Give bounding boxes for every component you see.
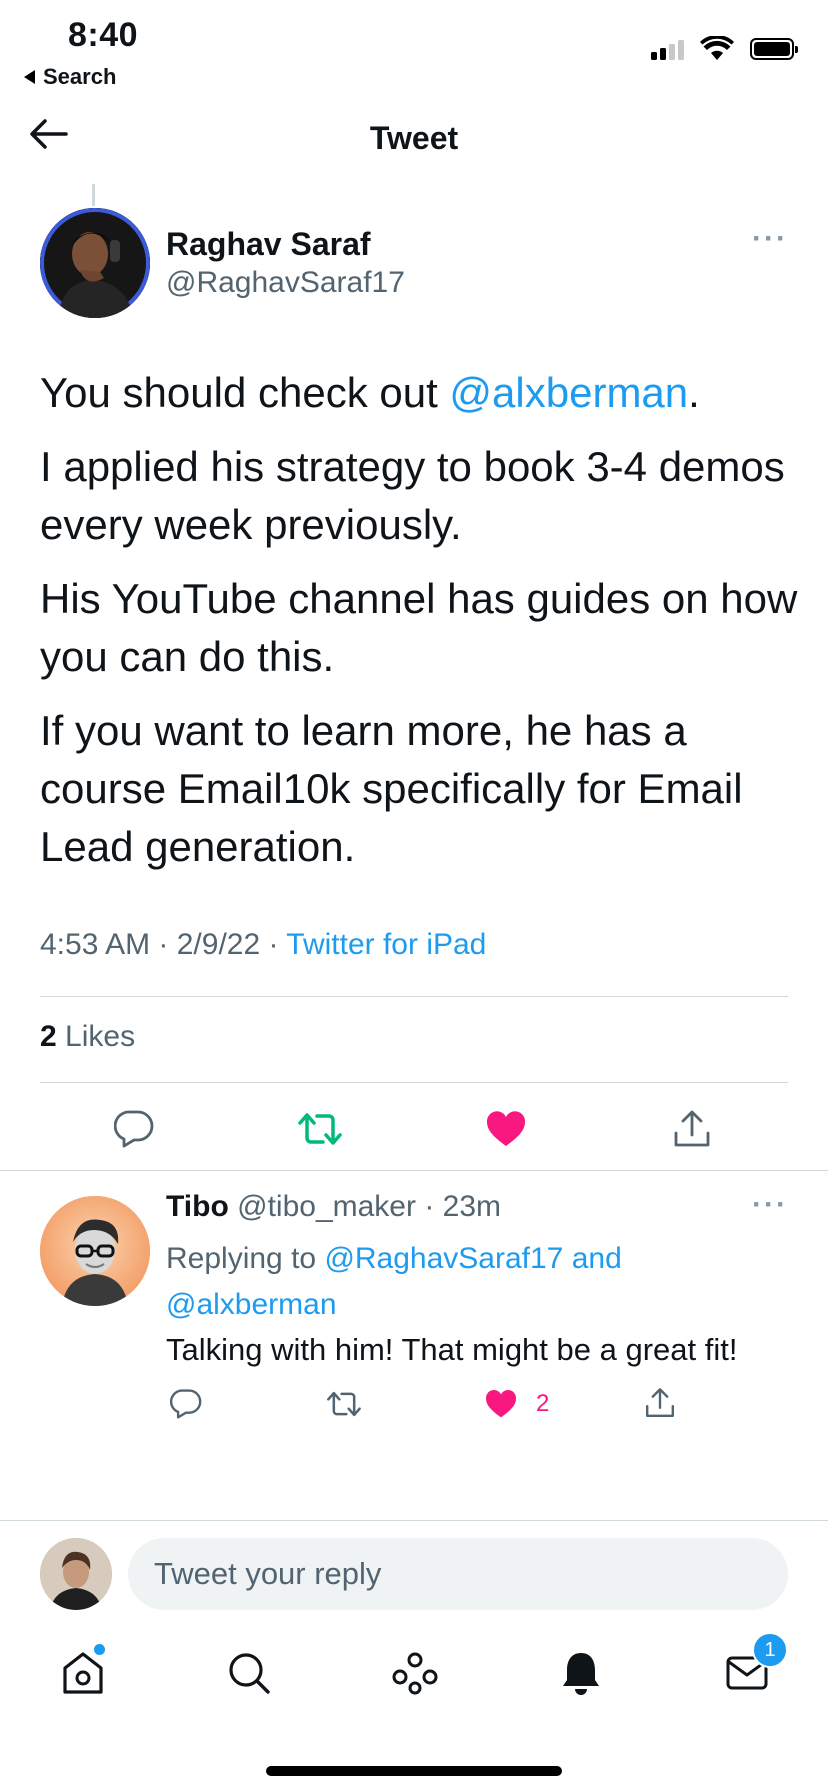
back-to-search[interactable]: Search xyxy=(24,64,116,90)
home-unread-dot xyxy=(94,1644,105,1655)
divider xyxy=(0,1520,828,1521)
reply-author-name[interactable]: Tibo xyxy=(166,1190,229,1223)
like-button[interactable] xyxy=(476,1104,536,1154)
replying-to: Replying to @RaghavSaraf17 and @alxberma… xyxy=(166,1236,726,1328)
back-to-search-label: Search xyxy=(43,64,117,89)
tweet-text: You should check out @alxberman. I appli… xyxy=(40,364,800,892)
home-indicator xyxy=(266,1766,562,1776)
mention-link[interactable]: @alxberman xyxy=(449,369,688,416)
divider xyxy=(40,1082,788,1083)
likes-summary[interactable]: 2 Likes xyxy=(40,1020,135,1054)
reply-like-count: 2 xyxy=(536,1390,550,1417)
tweet-meta: 4:53 AM · 2/9/22 · Twitter for iPad xyxy=(40,928,487,961)
likes-count: 2 xyxy=(40,1020,57,1053)
reply-share-button[interactable] xyxy=(640,1384,680,1422)
tweet-paragraph-1-period: . xyxy=(688,369,700,416)
author-avatar[interactable] xyxy=(40,208,150,318)
wifi-icon xyxy=(700,34,734,67)
spaces-icon xyxy=(392,1652,438,1695)
page-title: Tweet xyxy=(369,120,459,156)
reply-like-button[interactable]: 2 xyxy=(484,1386,574,1422)
replying-to-prefix: Replying to xyxy=(166,1242,325,1275)
author-name[interactable]: Raghav Saraf xyxy=(166,226,371,263)
heart-filled-icon xyxy=(486,1111,526,1146)
current-user-avatar[interactable] xyxy=(40,1538,112,1610)
reply-icon xyxy=(114,1110,154,1148)
reply-retweet-button[interactable] xyxy=(324,1386,364,1422)
search-icon xyxy=(229,1653,270,1694)
tweet-more-options-icon[interactable]: ··· xyxy=(752,222,788,256)
tweet-paragraph-1-text: You should check out xyxy=(40,369,450,416)
tweet-paragraph-3: His YouTube channel has guides on how yo… xyxy=(40,575,798,680)
retweet-button[interactable] xyxy=(290,1104,350,1154)
tab-home[interactable] xyxy=(56,1644,110,1700)
reply-header: Tibo @tibo_maker · 23m xyxy=(166,1190,502,1223)
tab-messages[interactable]: 1 xyxy=(720,1632,788,1700)
retweet-icon xyxy=(327,1391,361,1417)
messages-badge: 1 xyxy=(752,1632,788,1668)
reply-age: 23m xyxy=(442,1190,502,1223)
back-arrow-icon[interactable] xyxy=(28,118,68,155)
retweet-icon xyxy=(298,1113,342,1145)
tweet-paragraph-2: I applied his strategy to book 3-4 demos… xyxy=(40,443,785,548)
author-handle[interactable]: @RaghavSaraf17 xyxy=(166,266,405,300)
tweet-paragraph-4: If you want to learn more, he has a cour… xyxy=(40,707,743,870)
tweet-source-link[interactable]: Twitter for iPad xyxy=(286,928,486,961)
reply-reply-button[interactable] xyxy=(166,1386,206,1422)
notifications-icon xyxy=(563,1653,599,1695)
cellular-signal-icon xyxy=(651,40,684,60)
battery-icon xyxy=(750,38,798,60)
reply-text: Talking with him! That might be a great … xyxy=(166,1332,738,1367)
tweet-paragraph-1: You should check out @alxberman. xyxy=(40,364,800,422)
tab-notifications[interactable] xyxy=(554,1646,608,1700)
share-icon xyxy=(646,1388,674,1417)
divider xyxy=(0,1170,828,1171)
tab-spaces[interactable] xyxy=(388,1646,442,1700)
share-button[interactable] xyxy=(662,1104,722,1154)
share-icon xyxy=(674,1110,710,1147)
reply-more-options-icon[interactable]: ··· xyxy=(752,1188,788,1222)
reply-author-handle[interactable]: @tibo_maker xyxy=(237,1190,416,1223)
divider xyxy=(40,996,788,997)
likes-label: Likes xyxy=(65,1020,136,1053)
reply-author-avatar[interactable] xyxy=(40,1196,150,1306)
heart-filled-icon xyxy=(485,1390,517,1418)
back-triangle-icon xyxy=(24,70,35,84)
tweet-date: 2/9/22 xyxy=(176,928,261,961)
reply-button[interactable] xyxy=(104,1104,164,1154)
home-icon xyxy=(63,1652,103,1694)
reply-input[interactable] xyxy=(128,1538,788,1610)
tweet-time: 4:53 AM xyxy=(40,928,151,961)
reply-icon xyxy=(170,1389,202,1419)
status-time: 8:40 xyxy=(68,16,139,54)
thread-connector-line xyxy=(92,184,95,206)
tab-search[interactable] xyxy=(222,1646,276,1700)
